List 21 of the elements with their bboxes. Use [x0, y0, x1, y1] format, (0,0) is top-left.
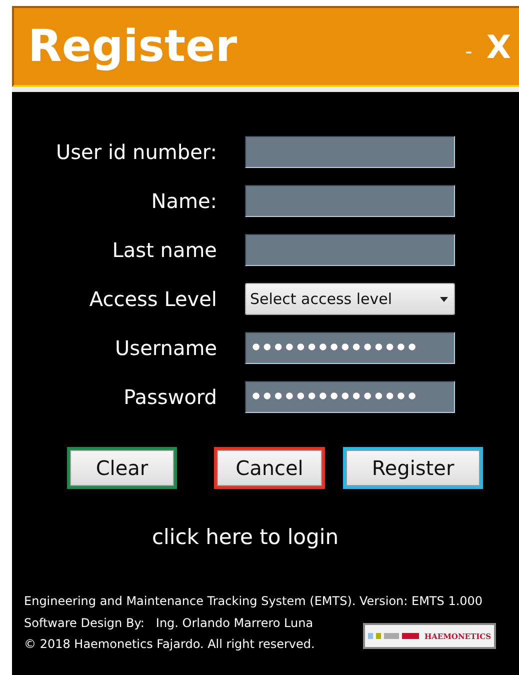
field-label: Name: — [150, 189, 217, 213]
field-label: Access Level — [88, 287, 217, 311]
password-field[interactable]: ••••••••••••••• — [245, 332, 455, 364]
input-field[interactable] — [245, 136, 455, 168]
caret-icon — [440, 296, 448, 302]
field-label: Last name — [111, 238, 217, 262]
footer-text: Engineering and Maintenance Tracking System (EMTS). Version: EMTS 1.000 — [24, 593, 483, 610]
field-label: User id number: — [55, 140, 217, 164]
input-field[interactable] — [245, 185, 455, 217]
window-title: Register — [28, 24, 238, 68]
footer-text: Software Design By: Ing. Orlando Marrero Luna — [24, 614, 314, 632]
action-button[interactable]: Cancel — [214, 447, 325, 489]
password-field[interactable]: ••••••••••••••• — [245, 381, 455, 413]
action-button[interactable]: Clear — [67, 447, 177, 489]
access-level-dropdown[interactable]: Select access level — [245, 283, 455, 315]
action-button[interactable]: Register — [343, 447, 483, 489]
login-link[interactable]: click here to login — [152, 525, 339, 549]
input-field[interactable] — [245, 234, 455, 266]
field-label: Password — [122, 385, 217, 409]
field-label: Username — [114, 336, 217, 360]
footer-text: © 2018 Haemonetics Fajardo. All right reserved. — [24, 636, 315, 653]
